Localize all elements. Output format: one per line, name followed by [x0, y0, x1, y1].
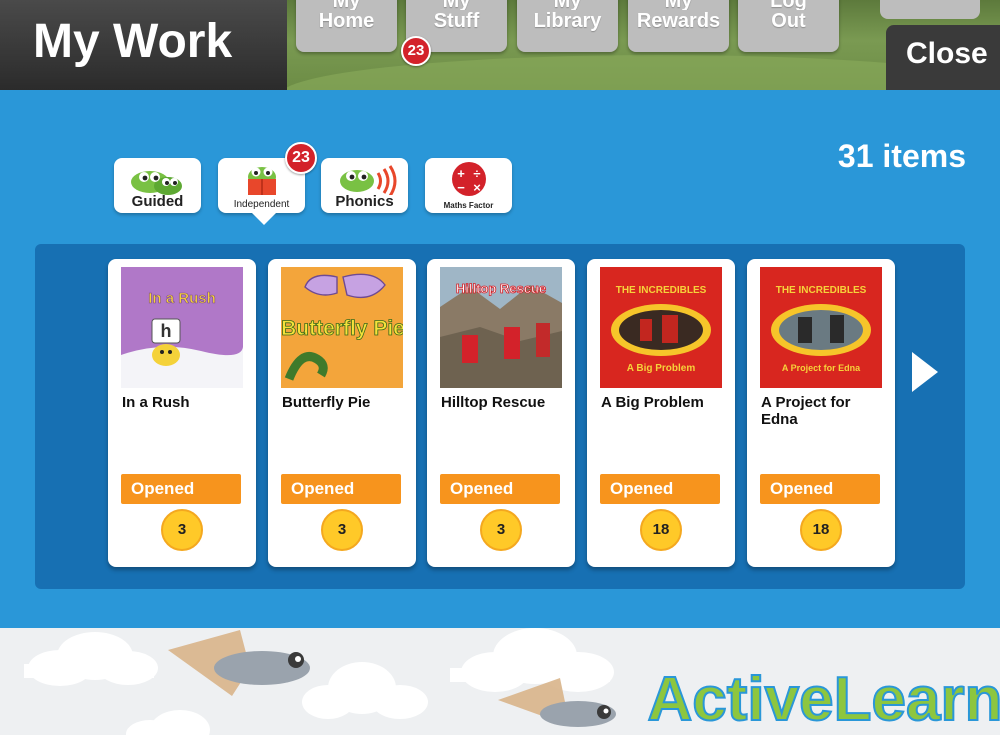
status-badge: Opened: [121, 474, 241, 504]
nav-label-line2: Stuff: [433, 10, 480, 32]
nav-label-line1: My: [296, 0, 397, 10]
svg-text:×: ×: [473, 180, 481, 195]
bug-sound-icon: [340, 165, 397, 195]
status-badge: Opened: [600, 474, 720, 504]
nav-label-line2: Library: [533, 10, 602, 32]
book-card[interactable]: THE INCREDIBLES A Big Problem A Big Prob…: [587, 259, 735, 567]
independent-count-badge: 23: [285, 142, 317, 174]
book-title: Butterfly Pie: [282, 394, 371, 411]
nav-label-line1: My: [628, 0, 729, 10]
cover-title: A Big Problem: [627, 363, 696, 374]
cover-title: A Project for Edna: [782, 363, 861, 373]
top-small-button[interactable]: [880, 0, 980, 19]
cloud-icon: [126, 710, 210, 735]
nav-label-line1: My: [406, 0, 507, 10]
cover-title: Butterfly Pie: [281, 317, 403, 340]
book-title: Hilltop Rescue: [441, 394, 546, 411]
svg-text:−: −: [457, 180, 465, 195]
page-title-panel: My Work: [0, 0, 287, 90]
book-cover: In a Rush h: [121, 267, 243, 388]
level-badge: 18: [640, 509, 682, 551]
tab-label: Guided: [131, 193, 184, 210]
maths-symbols-icon: + ÷ − ×: [452, 162, 486, 196]
bug-icon: [131, 171, 182, 195]
book-cover: Butterfly Pie: [281, 267, 403, 388]
level-badge: 3: [161, 509, 203, 551]
tab-phonics[interactable]: Phonics: [321, 158, 408, 213]
book-card[interactable]: In a Rush h In a Rush Opened 3: [108, 259, 256, 567]
cloud-icon: [302, 662, 428, 719]
fish-icon: [168, 630, 310, 696]
status-badge: Opened: [760, 474, 880, 504]
book-title: A Project for Edna: [761, 394, 851, 428]
items-count: 31 items: [837, 138, 966, 174]
tab-maths-factor[interactable]: + ÷ − × Maths Factor: [425, 158, 512, 213]
nav-log-out-button[interactable]: Log Out: [738, 0, 839, 52]
svg-text:h: h: [161, 321, 172, 341]
tab-guided[interactable]: Guided: [114, 158, 201, 213]
bug-reading-icon: [248, 167, 276, 195]
status-badge: Opened: [281, 474, 401, 504]
level-badge: 18: [800, 509, 842, 551]
cover-series: THE INCREDIBLES: [776, 285, 867, 296]
book-cover: THE INCREDIBLES A Project for Edna: [760, 267, 882, 388]
notification-badge: 23: [401, 36, 431, 66]
level-badge: 3: [480, 509, 522, 551]
svg-text:÷: ÷: [473, 166, 480, 181]
book-card[interactable]: Hilltop Rescue Hilltop Rescue Opened 3: [427, 259, 575, 567]
svg-text:+: +: [457, 166, 465, 181]
brand-logo: ActiveLearn: [648, 665, 1000, 734]
book-card[interactable]: Butterfly Pie Butterfly Pie Opened 3: [268, 259, 416, 567]
cloud-icon: [450, 628, 614, 692]
nav-my-rewards-button[interactable]: My Rewards: [628, 0, 729, 52]
nav-label-line2: Rewards: [636, 10, 721, 32]
cover-title: Hilltop Rescue: [456, 281, 546, 296]
nav-label-line1: My: [517, 0, 618, 10]
nav-my-library-button[interactable]: My Library: [517, 0, 618, 52]
nav-label-line2: Out: [771, 10, 806, 32]
book-title: A Big Problem: [601, 394, 704, 411]
book-cover: THE INCREDIBLES A Big Problem: [600, 267, 722, 388]
next-arrow-icon[interactable]: [906, 350, 942, 394]
cover-series: THE INCREDIBLES: [616, 285, 707, 296]
status-badge: Opened: [440, 474, 560, 504]
cloud-icon: [24, 632, 158, 686]
close-button[interactable]: Close: [886, 25, 1000, 90]
book-card[interactable]: THE INCREDIBLES A Project for Edna A Pro…: [747, 259, 895, 567]
tab-label: Independent: [233, 199, 290, 210]
nav-label-line1: Log: [738, 0, 839, 10]
nav-label-line2: Home: [318, 10, 375, 32]
page-title: My Work: [33, 15, 233, 68]
tab-label: Maths Factor: [443, 201, 494, 210]
level-badge: 3: [321, 509, 363, 551]
book-title: In a Rush: [122, 394, 190, 411]
nav-my-home-button[interactable]: My Home: [296, 0, 397, 52]
book-cover: Hilltop Rescue: [440, 267, 562, 388]
tab-label: Phonics: [335, 193, 394, 210]
cover-title: In a Rush: [148, 290, 216, 307]
footer: ActiveLearn: [0, 628, 1000, 735]
